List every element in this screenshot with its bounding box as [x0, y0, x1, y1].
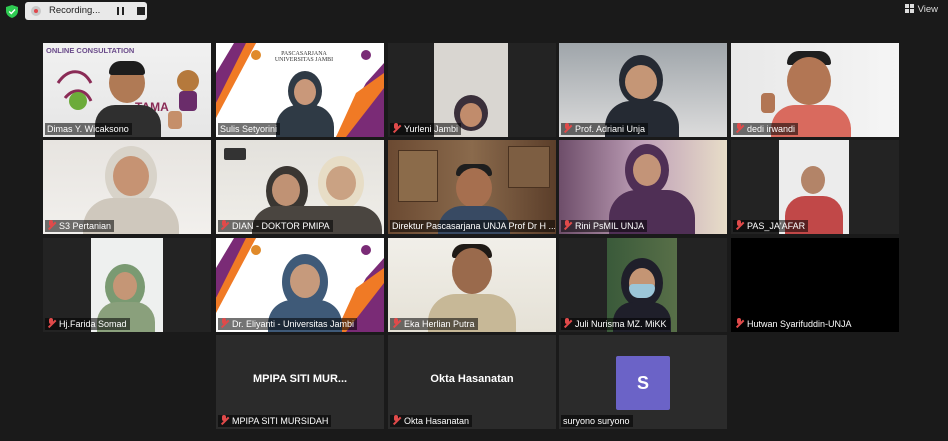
- muted-mic-icon: [735, 123, 744, 133]
- recording-indicator: Recording...: [25, 2, 147, 20]
- participant-face: [460, 103, 482, 127]
- pause-recording-button[interactable]: [117, 7, 125, 15]
- video-tile-dian[interactable]: DIAN - DOKTOR PMIPA: [216, 140, 384, 234]
- muted-mic-icon: [735, 318, 744, 328]
- participant-face: [452, 248, 492, 294]
- video-tile-sulis[interactable]: PASCASARJANA UNIVERSITAS JAMBI Sulis Set…: [216, 43, 384, 137]
- video-tile-eliyanti[interactable]: Dr. Eliyanti - Universitas Jambi: [216, 238, 384, 332]
- muted-mic-icon: [392, 415, 401, 425]
- participant-name-label: Eka Herlian Putra: [390, 318, 478, 330]
- avatar: S: [616, 356, 670, 410]
- camera-on-shelf: [224, 148, 246, 160]
- video-tile-dedi[interactable]: dedi irwandi: [731, 43, 899, 137]
- participant-face: [326, 166, 356, 200]
- participant-name-label: DIAN - DOKTOR PMIPA: [218, 220, 333, 232]
- video-tile-juli[interactable]: Juli Nurisma MZ. MiKK: [559, 238, 727, 332]
- participant-name-label: PAS_JA'AFAR: [733, 220, 809, 232]
- muted-mic-icon: [735, 220, 744, 230]
- muted-mic-icon: [563, 123, 572, 133]
- participant-hand: [761, 93, 775, 113]
- muted-mic-icon: [220, 415, 229, 425]
- video-tile-suryono[interactable]: S suryono suryono: [559, 335, 727, 429]
- muted-mic-icon: [563, 220, 572, 230]
- video-tile-s3-pertanian[interactable]: S3 Pertanian: [43, 140, 211, 234]
- video-tile-farida[interactable]: Hj.Farida Somad: [43, 238, 211, 332]
- participant-face: [272, 174, 300, 206]
- participant-name-label: MPIPA SITI MURSIDAH: [218, 415, 332, 427]
- face-mask: [629, 284, 655, 298]
- video-tile-adriani[interactable]: Prof. Adriani Unja: [559, 43, 727, 137]
- participant-face: [294, 79, 316, 105]
- participant-body: [276, 105, 334, 137]
- recording-label: Recording...: [49, 5, 101, 16]
- participant-face: [633, 154, 661, 186]
- muted-mic-icon: [220, 220, 229, 230]
- video-tile-okta[interactable]: Okta Hasanatan Okta Hasanatan: [388, 335, 556, 429]
- participant-name-label: Okta Hasanatan: [390, 415, 473, 427]
- slide-title: PASCASARJANA UNIVERSITAS JAMBI: [274, 51, 334, 63]
- video-tile-jaafar[interactable]: PAS_JA'AFAR: [731, 140, 899, 234]
- video-tile-direktur[interactable]: Direktur Pascasarjana UNJA Prof Dr H ...: [388, 140, 556, 234]
- view-button[interactable]: View: [904, 4, 938, 15]
- bookshelf: [398, 150, 438, 202]
- participant-face: [113, 272, 137, 300]
- participant-name-label: Rini PsMIL UNJA: [561, 220, 648, 232]
- participant-face: [801, 166, 825, 194]
- stop-recording-button[interactable]: [137, 7, 145, 15]
- top-bar: Recording... View: [0, 0, 948, 22]
- participant-face: [456, 168, 492, 208]
- participant-name-label: Juli Nurisma MZ. MiKK: [561, 318, 670, 330]
- participant-name-label: Dr. Eliyanti - Universitas Jambi: [218, 318, 358, 330]
- participant-face: [787, 57, 831, 105]
- muted-mic-icon: [563, 318, 572, 328]
- muted-mic-icon: [220, 318, 229, 328]
- participant-name-label: Direktur Pascasarjana UNJA Prof Dr H ...: [390, 220, 555, 232]
- muted-mic-icon: [47, 220, 56, 230]
- participant-face: [290, 264, 320, 298]
- video-tile-rini[interactable]: Rini PsMIL UNJA: [559, 140, 727, 234]
- participant-face: [113, 156, 149, 196]
- participant-face: [625, 65, 657, 99]
- record-icon: [31, 6, 41, 16]
- participant-name-label: S3 Pertanian: [45, 220, 115, 232]
- participant-name-label: Dimas Y. Wicaksono: [45, 123, 132, 135]
- window-frame: [508, 146, 550, 188]
- view-label: View: [917, 4, 938, 15]
- shield-icon[interactable]: [6, 5, 18, 18]
- participant-hand: [168, 111, 182, 129]
- participant-display-name: MPIPA SITI MUR...: [252, 373, 348, 385]
- muted-mic-icon: [392, 318, 401, 328]
- muted-mic-icon: [47, 318, 56, 328]
- participant-name-label: suryono suryono: [561, 415, 633, 427]
- participant-name-label: Sulis Setyorini: [218, 123, 281, 135]
- participant-display-name: Okta Hasanatan: [430, 373, 514, 385]
- video-tile-siti[interactable]: MPIPA SITI MUR... MPIPA SITI MURSIDAH: [216, 335, 384, 429]
- participant-name-label: Yurleni Jambi: [390, 123, 462, 135]
- participant-hair: [109, 61, 145, 75]
- video-tile-yurleni[interactable]: Yurleni Jambi: [388, 43, 556, 137]
- video-tile-dimas[interactable]: ONLINE CONSULTATION RIMA TAMA Dimas Y. W…: [43, 43, 211, 137]
- video-tile-eka[interactable]: Eka Herlian Putra: [388, 238, 556, 332]
- video-tile-hutwan[interactable]: Hutwan Syarifuddin-UNJA: [731, 238, 899, 332]
- participant-name-label: Prof. Adriani Unja: [561, 123, 649, 135]
- muted-mic-icon: [392, 123, 401, 133]
- participant-name-label: dedi irwandi: [733, 123, 799, 135]
- participant-name-label: Hj.Farida Somad: [45, 318, 130, 330]
- participant-name-label: Hutwan Syarifuddin-UNJA: [733, 318, 855, 330]
- grid-view-icon: [904, 4, 914, 13]
